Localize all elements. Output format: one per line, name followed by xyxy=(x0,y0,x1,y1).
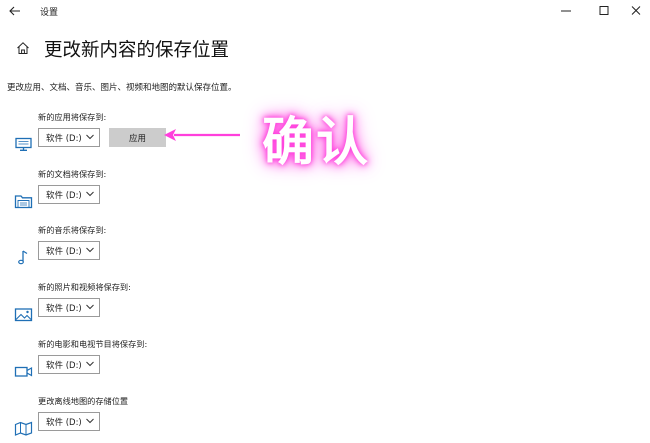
title-bar: 设置 xyxy=(0,0,650,22)
back-arrow-icon xyxy=(9,6,20,16)
minimize-icon xyxy=(561,10,571,12)
drive-value: 软件 (D:) xyxy=(46,418,82,428)
home-icon xyxy=(17,42,29,54)
minimize-button[interactable] xyxy=(556,2,576,20)
chevron-down-icon xyxy=(86,191,94,197)
folder-icon xyxy=(14,194,33,209)
window-title: 设置 xyxy=(40,8,59,18)
annotation-arrow xyxy=(164,129,240,141)
monitor-icon xyxy=(14,137,33,152)
home-button[interactable] xyxy=(16,40,30,54)
chevron-down-icon xyxy=(86,304,94,310)
drive-value: 软件 (D:) xyxy=(46,247,82,257)
save-location-row-music: 新的音乐将保存到: 软件 (D:) xyxy=(0,224,400,272)
page-title: 更改新内容的保存位置 xyxy=(44,40,230,61)
close-icon xyxy=(631,6,641,15)
save-location-row-documents: 新的文档将保存到: 软件 (D:) xyxy=(0,168,400,216)
save-location-row-photos: 新的照片和视频将保存到: 软件 (D:) xyxy=(0,281,400,329)
video-camera-icon xyxy=(14,364,33,379)
drive-dropdown-maps[interactable]: 软件 (D:) xyxy=(38,412,100,431)
row-label: 新的照片和视频将保存到: xyxy=(38,282,131,292)
row-label: 新的应用将保存到: xyxy=(38,112,107,122)
drive-dropdown-apps[interactable]: 软件 (D:) xyxy=(38,128,100,147)
drive-value: 软件 (D:) xyxy=(46,304,82,314)
maximize-button[interactable] xyxy=(594,2,614,20)
row-label: 新的文档将保存到: xyxy=(38,169,107,179)
close-button[interactable] xyxy=(626,2,646,20)
chevron-down-icon xyxy=(86,418,94,424)
save-location-row-movies: 新的电影和电视节目将保存到: 软件 (D:) xyxy=(0,338,400,386)
music-note-icon xyxy=(14,250,33,265)
page-description: 更改应用、文档、音乐、图片、视频和地图的默认保存位置。 xyxy=(7,83,237,93)
drive-dropdown-music[interactable]: 软件 (D:) xyxy=(38,241,100,260)
drive-value: 软件 (D:) xyxy=(46,191,82,201)
row-label: 新的音乐将保存到: xyxy=(38,225,107,235)
chevron-down-icon xyxy=(86,361,94,367)
row-label: 新的电影和电视节目将保存到: xyxy=(38,339,148,349)
picture-icon xyxy=(14,307,33,322)
save-location-row-maps: 更改离线地图的存储位置 软件 (D:) xyxy=(0,395,400,443)
row-label: 更改离线地图的存储位置 xyxy=(38,396,129,406)
chevron-down-icon xyxy=(86,134,94,140)
drive-value: 软件 (D:) xyxy=(46,134,82,144)
back-button[interactable] xyxy=(6,2,24,20)
map-icon xyxy=(14,421,33,436)
maximize-icon xyxy=(599,6,609,15)
chevron-down-icon xyxy=(86,247,94,253)
apply-button[interactable]: 应用 xyxy=(109,128,166,147)
drive-dropdown-movies[interactable]: 软件 (D:) xyxy=(38,355,100,374)
drive-value: 软件 (D:) xyxy=(46,361,82,371)
drive-dropdown-documents[interactable]: 软件 (D:) xyxy=(38,185,100,204)
annotation-confirm-text: 确认 xyxy=(262,113,371,173)
drive-dropdown-photos[interactable]: 软件 (D:) xyxy=(38,298,100,317)
